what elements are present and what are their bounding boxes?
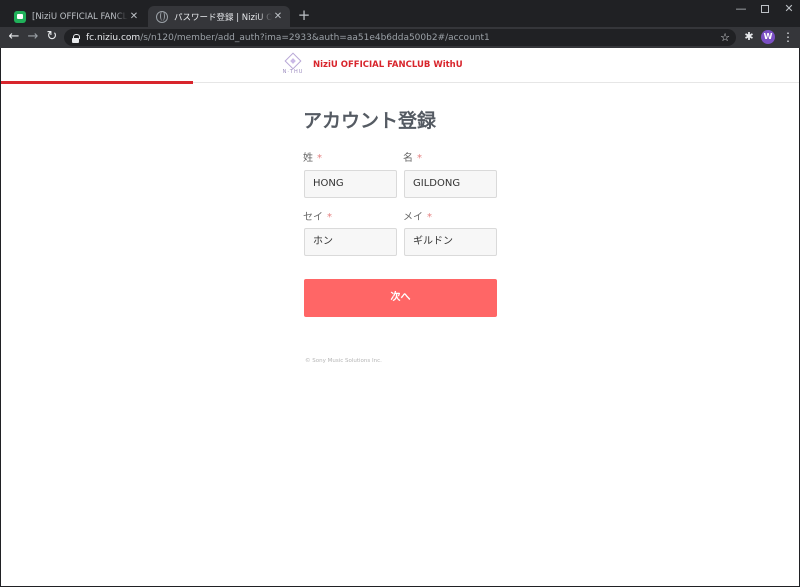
address-bar[interactable]: fc.niziu.com/s/n120/member/add_auth?ima=… — [64, 29, 736, 46]
registration-progress-bar — [1, 81, 193, 84]
url-text: fc.niziu.com/s/n120/member/add_auth?ima=… — [86, 33, 490, 43]
niziu-logo[interactable]: N·THU — [281, 52, 305, 77]
close-tab-icon[interactable]: ✕ — [272, 11, 284, 23]
first-name-label: 名 * — [403, 153, 422, 164]
first-name-field[interactable]: GILDONG — [404, 170, 497, 198]
tab-password-register[interactable]: パスワード登録 | NiziU OFFICIAL FA ✕ — [148, 6, 290, 27]
extensions-puzzle-icon[interactable]: ✱ — [741, 28, 757, 46]
kebab-menu-icon[interactable]: ⋮ — [781, 28, 795, 46]
maximize-icon — [761, 5, 769, 13]
logo-text: N·THU — [282, 69, 304, 75]
globe-icon — [156, 10, 168, 23]
tab-strip: [NiziU OFFICIAL FANCLUB WithU ✕ パスワード登録 … — [0, 0, 800, 27]
logo-diamond-icon — [284, 52, 302, 70]
next-button[interactable]: 次へ — [304, 279, 497, 317]
lock-icon — [72, 33, 80, 43]
back-arrow-icon[interactable]: ← — [5, 28, 23, 46]
first-name-kana-field[interactable]: ギルドン — [404, 228, 497, 256]
tab-title: パスワード登録 | NiziU OFFICIAL FA — [174, 12, 272, 23]
last-name-label: 姓 * — [303, 153, 322, 164]
browser-toolbar: ← → ↻ fc.niziu.com/s/n120/member/add_aut… — [0, 27, 800, 48]
forward-arrow-icon[interactable]: → — [24, 28, 42, 46]
required-mark: * — [317, 153, 322, 164]
profile-avatar[interactable]: W — [761, 30, 775, 44]
copyright-footer: © Sony Music Solutions Inc. — [305, 358, 382, 364]
site-name[interactable]: NiziU OFFICIAL FANCLUB WithU — [313, 60, 463, 70]
bookmark-star-icon[interactable]: ☆ — [720, 29, 730, 46]
new-tab-button[interactable]: + — [296, 7, 312, 23]
url-path: /s/n120/member/add_auth?ima=2933&auth=aa… — [140, 32, 490, 43]
first-name-kana-label: メイ * — [403, 212, 432, 223]
reload-icon[interactable]: ↻ — [43, 28, 61, 46]
site-header: N·THU NiziU OFFICIAL FANCLUB WithU — [1, 48, 799, 83]
green-app-icon — [14, 10, 26, 23]
tab-niziu-fanclub[interactable]: [NiziU OFFICIAL FANCLUB WithU ✕ — [6, 6, 146, 27]
close-tab-icon[interactable]: ✕ — [128, 11, 140, 23]
required-mark: * — [327, 212, 332, 223]
browser-window: [NiziU OFFICIAL FANCLUB WithU ✕ パスワード登録 … — [0, 0, 800, 587]
required-mark: * — [427, 212, 432, 223]
url-host: fc.niziu.com — [86, 32, 141, 43]
tab-title: [NiziU OFFICIAL FANCLUB WithU — [32, 11, 128, 22]
close-window-button[interactable]: ✕ — [772, 0, 800, 18]
last-name-field[interactable]: HONG — [304, 170, 397, 198]
web-page: N·THU NiziU OFFICIAL FANCLUB WithU アカウント… — [1, 48, 799, 586]
last-name-kana-field[interactable]: ホン — [304, 228, 397, 256]
last-name-kana-label: セイ * — [303, 212, 332, 223]
required-mark: * — [417, 153, 422, 164]
page-title: アカウント登録 — [303, 110, 437, 132]
